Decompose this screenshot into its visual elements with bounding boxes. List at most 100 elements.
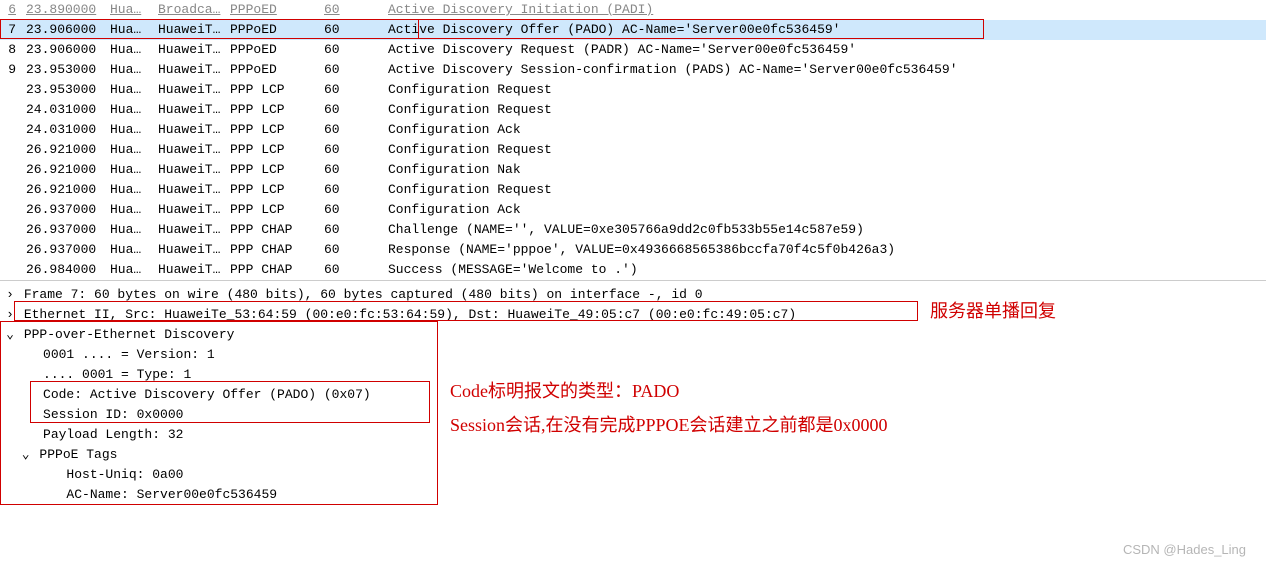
col-len: 60 — [324, 80, 388, 100]
packet-row[interactable]: 26.984000Hua…HuaweiT…PPP CHAP60Success (… — [0, 260, 1266, 280]
col-src: Hua… — [110, 240, 158, 260]
col-dst: HuaweiT… — [158, 40, 230, 60]
col-len: 60 — [324, 240, 388, 260]
col-len: 60 — [324, 160, 388, 180]
col-proto: PPP LCP — [230, 140, 324, 160]
col-time: 26.937000 — [20, 200, 110, 220]
packet-row[interactable]: 26.921000Hua…HuaweiT…PPP LCP60Configurat… — [0, 140, 1266, 160]
chevron-right-icon[interactable]: › — [4, 305, 16, 325]
col-proto: PPP LCP — [230, 100, 324, 120]
tree-version[interactable]: 0001 .... = Version: 1 — [0, 345, 1266, 365]
col-time: 26.921000 — [20, 160, 110, 180]
col-dst: HuaweiT… — [158, 20, 230, 40]
col-time: 26.921000 — [20, 180, 110, 200]
col-dst: HuaweiT… — [158, 160, 230, 180]
packet-row[interactable]: 24.031000Hua…HuaweiT…PPP LCP60Configurat… — [0, 100, 1266, 120]
col-dst: HuaweiT… — [158, 240, 230, 260]
col-info: Configuration Request — [388, 180, 1266, 200]
col-no — [0, 200, 20, 220]
col-proto: PPP LCP — [230, 80, 324, 100]
col-len: 60 — [324, 100, 388, 120]
col-dst: HuaweiT… — [158, 60, 230, 80]
col-dst: HuaweiT… — [158, 100, 230, 120]
col-no — [0, 180, 20, 200]
tree-frame[interactable]: › Frame 7: 60 bytes on wire (480 bits), … — [0, 285, 1266, 305]
col-src: Hua… — [110, 80, 158, 100]
col-no — [0, 80, 20, 100]
col-no — [0, 260, 20, 280]
chevron-down-icon[interactable]: ⌄ — [4, 325, 16, 345]
col-info: Configuration Nak — [388, 160, 1266, 180]
col-dst: HuaweiT… — [158, 180, 230, 200]
col-len: 60 — [324, 0, 388, 20]
col-src: Hua… — [110, 180, 158, 200]
col-info: Configuration Request — [388, 100, 1266, 120]
tree-ethernet[interactable]: › Ethernet II, Src: HuaweiTe_53:64:59 (0… — [0, 305, 1266, 325]
col-info: Active Discovery Offer (PADO) AC-Name='S… — [388, 20, 1266, 40]
packet-list[interactable]: 623.890000Hua…Broadca…PPPoED60Active Dis… — [0, 0, 1266, 281]
col-no: 8 — [0, 40, 20, 60]
packet-row[interactable]: 923.953000Hua…HuaweiT…PPPoED60Active Dis… — [0, 60, 1266, 80]
chevron-down-icon[interactable]: ⌄ — [20, 445, 32, 465]
packet-row[interactable]: 26.937000Hua…HuaweiT…PPP CHAP60Challenge… — [0, 220, 1266, 240]
col-info: Active Discovery Request (PADR) AC-Name=… — [388, 40, 1266, 60]
col-no: 6 — [0, 0, 20, 20]
col-proto: PPPoED — [230, 40, 324, 60]
col-len: 60 — [324, 120, 388, 140]
packet-row[interactable]: 823.906000Hua…HuaweiT…PPPoED60Active Dis… — [0, 40, 1266, 60]
col-dst: HuaweiT… — [158, 260, 230, 280]
packet-row[interactable]: 26.937000Hua…HuaweiT…PPP CHAP60Response … — [0, 240, 1266, 260]
packet-row[interactable]: 24.031000Hua…HuaweiT…PPP LCP60Configurat… — [0, 120, 1266, 140]
col-len: 60 — [324, 60, 388, 80]
col-proto: PPP LCP — [230, 180, 324, 200]
col-time: 24.031000 — [20, 100, 110, 120]
col-proto: PPP LCP — [230, 200, 324, 220]
packet-row[interactable]: 623.890000Hua…Broadca…PPPoED60Active Dis… — [0, 0, 1266, 20]
col-info: Configuration Request — [388, 80, 1266, 100]
col-time: 26.937000 — [20, 240, 110, 260]
packet-row[interactable]: 23.953000Hua…HuaweiT…PPP LCP60Configurat… — [0, 80, 1266, 100]
col-no: 7 — [0, 20, 20, 40]
col-dst: HuaweiT… — [158, 80, 230, 100]
chevron-right-icon[interactable]: › — [4, 285, 16, 305]
packet-row[interactable]: 26.921000Hua…HuaweiT…PPP LCP60Configurat… — [0, 180, 1266, 200]
tree-acname[interactable]: AC-Name: Server00e0fc536459 — [0, 485, 1266, 505]
col-info: Configuration Request — [388, 140, 1266, 160]
annotation-1: 服务器单播回复 — [930, 301, 1056, 321]
col-no — [0, 140, 20, 160]
col-dst: HuaweiT… — [158, 120, 230, 140]
packet-row[interactable]: 26.921000Hua…HuaweiT…PPP LCP60Configurat… — [0, 160, 1266, 180]
col-src: Hua… — [110, 0, 158, 20]
col-src: Hua… — [110, 100, 158, 120]
packet-row[interactable]: 723.906000Hua…HuaweiT…PPPoED60Active Dis… — [0, 20, 1266, 40]
tree-pppoe[interactable]: ⌄ PPP-over-Ethernet Discovery — [0, 325, 1266, 345]
col-time: 23.953000 — [20, 60, 110, 80]
col-proto: PPP CHAP — [230, 240, 324, 260]
col-proto: PPPoED — [230, 60, 324, 80]
col-len: 60 — [324, 220, 388, 240]
col-no — [0, 220, 20, 240]
col-time: 26.937000 — [20, 220, 110, 240]
col-src: Hua… — [110, 220, 158, 240]
tree-hostuniq[interactable]: Host-Uniq: 0a00 — [0, 465, 1266, 485]
packet-details[interactable]: › Frame 7: 60 bytes on wire (480 bits), … — [0, 281, 1266, 505]
col-no: 9 — [0, 60, 20, 80]
col-info: Configuration Ack — [388, 120, 1266, 140]
col-time: 24.031000 — [20, 120, 110, 140]
col-time: 23.906000 — [20, 40, 110, 60]
col-dst: HuaweiT… — [158, 140, 230, 160]
col-no — [0, 120, 20, 140]
col-info: Response (NAME='pppoe', VALUE=0x49366685… — [388, 240, 1266, 260]
col-proto: PPP CHAP — [230, 220, 324, 240]
col-src: Hua… — [110, 20, 158, 40]
watermark: CSDN @Hades_Ling — [1123, 542, 1246, 557]
col-info: Configuration Ack — [388, 200, 1266, 220]
col-len: 60 — [324, 40, 388, 60]
col-info: Active Discovery Initiation (PADI) — [388, 0, 1266, 20]
col-src: Hua… — [110, 140, 158, 160]
annotation-3: Session会话,在没有完成PPPOE会话建立之前都是0x0000 — [450, 415, 888, 435]
col-len: 60 — [324, 180, 388, 200]
col-src: Hua… — [110, 60, 158, 80]
packet-row[interactable]: 26.937000Hua…HuaweiT…PPP LCP60Configurat… — [0, 200, 1266, 220]
tree-tags[interactable]: ⌄ PPPoE Tags — [0, 445, 1266, 465]
